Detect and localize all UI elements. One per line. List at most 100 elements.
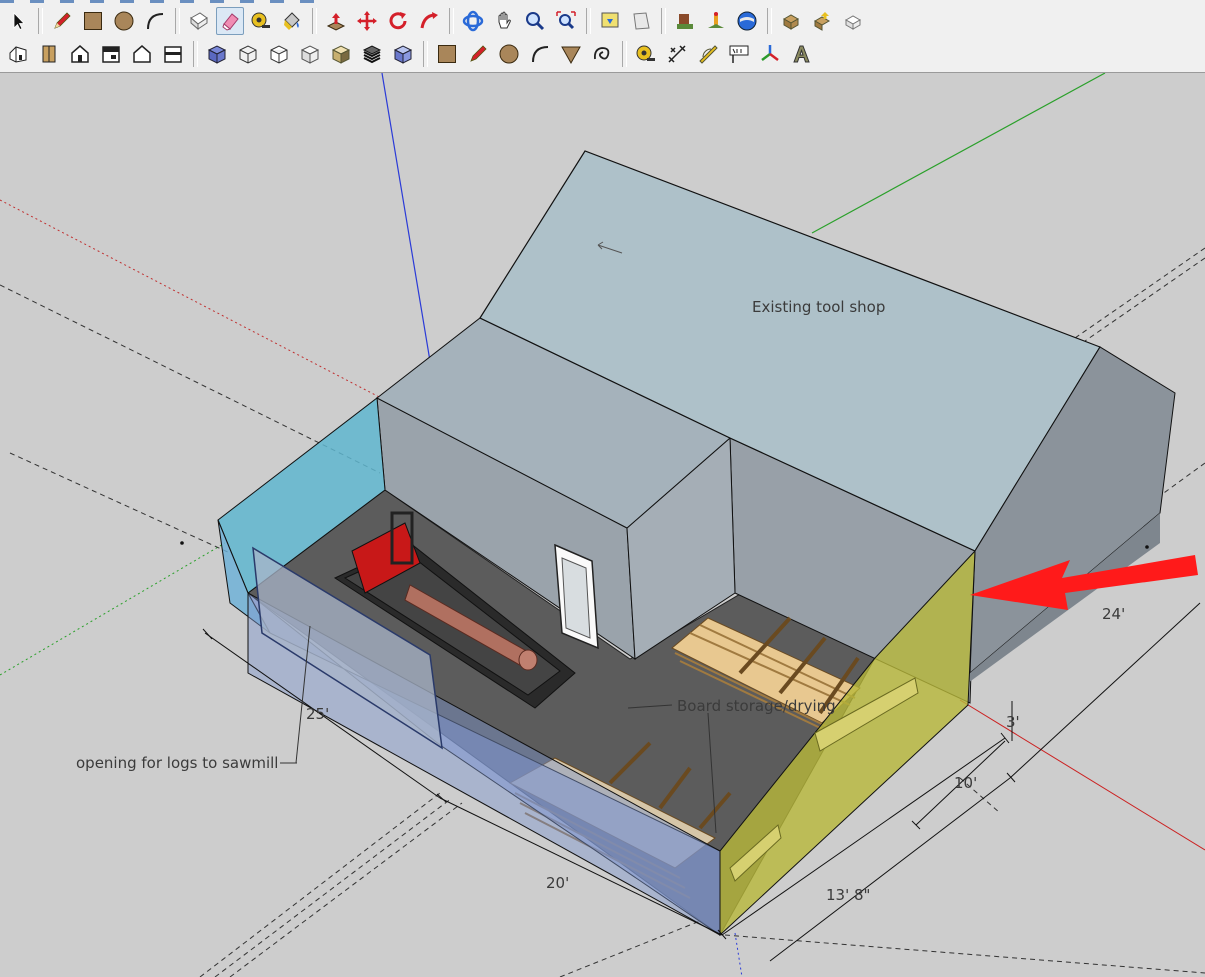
share-model-tool[interactable] bbox=[808, 7, 836, 35]
monochrome-cube-icon bbox=[362, 45, 382, 64]
hidden-line-tool[interactable] bbox=[265, 40, 293, 68]
shaded-textures-tool[interactable] bbox=[327, 40, 355, 68]
3d-text-icon bbox=[793, 45, 810, 63]
shaded-tool[interactable] bbox=[296, 40, 324, 68]
share-model-icon bbox=[813, 12, 831, 31]
tape-measure-tool-2[interactable] bbox=[632, 40, 660, 68]
select-tool[interactable] bbox=[4, 7, 32, 35]
share-component-tool[interactable] bbox=[839, 7, 867, 35]
previous-view-tool[interactable] bbox=[596, 7, 624, 35]
dimension-13-8: 13' 8" bbox=[826, 886, 870, 904]
green-axis bbox=[811, 73, 1106, 234]
toolbar-separator bbox=[586, 8, 591, 34]
rotate-icon bbox=[389, 12, 407, 30]
front-view-tool[interactable] bbox=[66, 40, 94, 68]
vertex-point bbox=[1145, 545, 1149, 549]
monochrome-tool[interactable] bbox=[358, 40, 386, 68]
eraser-icon bbox=[222, 13, 239, 31]
toolbar-area bbox=[0, 0, 1205, 73]
terrain-icon bbox=[708, 12, 724, 28]
blue-axis bbox=[381, 73, 433, 374]
drawing-viewport[interactable]: Existing tool shop Board storage/drying … bbox=[0, 73, 1205, 977]
magnifier-icon bbox=[526, 12, 545, 31]
polygon-icon bbox=[561, 46, 581, 65]
add-location-tool[interactable] bbox=[671, 7, 699, 35]
front-view-icon bbox=[71, 45, 89, 63]
top-view-tool[interactable] bbox=[35, 40, 63, 68]
push-pull-icon bbox=[326, 13, 346, 31]
previous-view-icon bbox=[601, 12, 619, 28]
wireframe-tool[interactable] bbox=[234, 40, 262, 68]
text-tool[interactable] bbox=[725, 40, 753, 68]
polygon-tool[interactable] bbox=[557, 40, 585, 68]
left-view-icon bbox=[164, 46, 182, 63]
dimension-10: 10' bbox=[954, 774, 977, 792]
wireframe-cube-icon bbox=[239, 45, 257, 64]
dimension-3: 3' bbox=[1006, 713, 1020, 731]
hidden-line-cube-icon bbox=[270, 45, 288, 64]
left-view-tool[interactable] bbox=[159, 40, 187, 68]
paint-bucket-tool[interactable] bbox=[278, 7, 306, 35]
push-pull-tool[interactable] bbox=[322, 7, 350, 35]
line-tool[interactable] bbox=[464, 40, 492, 68]
green-axis-dotted bbox=[0, 542, 226, 676]
component-icon bbox=[190, 12, 208, 31]
zoom-tool[interactable] bbox=[521, 7, 549, 35]
circle-icon bbox=[499, 44, 519, 64]
add-location-icon bbox=[677, 14, 693, 29]
pencil-tool[interactable] bbox=[48, 7, 76, 35]
move-icon bbox=[357, 11, 377, 31]
circle-tool-2[interactable] bbox=[495, 40, 523, 68]
vertex-point bbox=[180, 541, 184, 545]
toolbar-separator bbox=[38, 8, 43, 34]
google-earth-tool[interactable] bbox=[733, 7, 761, 35]
next-view-tool[interactable] bbox=[627, 7, 655, 35]
toolbar-separator bbox=[449, 8, 454, 34]
freehand-tool[interactable] bbox=[588, 40, 616, 68]
opening-label: opening for logs to sawmill bbox=[76, 754, 278, 772]
get-models-icon bbox=[782, 14, 800, 30]
3d-text-tool[interactable] bbox=[787, 40, 815, 68]
red-axis bbox=[959, 699, 1205, 851]
pencil-icon bbox=[470, 45, 487, 62]
zoom-extents-tool[interactable] bbox=[552, 7, 580, 35]
get-models-tool[interactable] bbox=[777, 7, 805, 35]
circle-tool[interactable] bbox=[110, 7, 138, 35]
make-component-tool[interactable] bbox=[185, 7, 213, 35]
model-canvas[interactable]: Existing tool shop Board storage/drying … bbox=[0, 73, 1205, 977]
xray-tool[interactable] bbox=[203, 40, 231, 68]
move-tool[interactable] bbox=[353, 7, 381, 35]
arc-tool[interactable] bbox=[141, 7, 169, 35]
arc-icon bbox=[532, 46, 549, 63]
protractor-tool[interactable] bbox=[694, 40, 722, 68]
xray-cube-icon bbox=[207, 45, 227, 64]
arc-tool-2[interactable] bbox=[526, 40, 554, 68]
pan-tool[interactable] bbox=[490, 7, 518, 35]
protractor-icon bbox=[699, 45, 718, 64]
eraser-tool[interactable] bbox=[216, 7, 244, 35]
toolbar-separator bbox=[175, 8, 180, 34]
text-abc-icon bbox=[729, 45, 749, 63]
tape-measure-tool[interactable] bbox=[247, 7, 275, 35]
rectangle-tool[interactable] bbox=[79, 7, 107, 35]
toolbar-separator bbox=[193, 41, 198, 67]
paint-bucket-icon bbox=[284, 12, 300, 30]
axes-tool[interactable] bbox=[756, 40, 784, 68]
toggle-terrain-tool[interactable] bbox=[702, 7, 730, 35]
right-view-icon bbox=[102, 46, 120, 63]
dimension-tool[interactable] bbox=[663, 40, 691, 68]
tape-measure-icon bbox=[636, 45, 655, 61]
iso-view-tool[interactable] bbox=[4, 40, 32, 68]
back-view-tool[interactable] bbox=[128, 40, 156, 68]
orbit-tool[interactable] bbox=[459, 7, 487, 35]
rectangle-icon bbox=[84, 12, 102, 30]
shaded-blue-tool[interactable] bbox=[389, 40, 417, 68]
follow-me-tool[interactable] bbox=[415, 7, 443, 35]
next-view-icon bbox=[633, 12, 650, 30]
tape-measure-icon bbox=[251, 12, 270, 28]
board-storage-label: Board storage/drying bbox=[677, 697, 836, 715]
pencil-icon bbox=[54, 12, 71, 29]
rectangle-tool-2[interactable] bbox=[433, 40, 461, 68]
right-view-tool[interactable] bbox=[97, 40, 125, 68]
rotate-tool[interactable] bbox=[384, 7, 412, 35]
